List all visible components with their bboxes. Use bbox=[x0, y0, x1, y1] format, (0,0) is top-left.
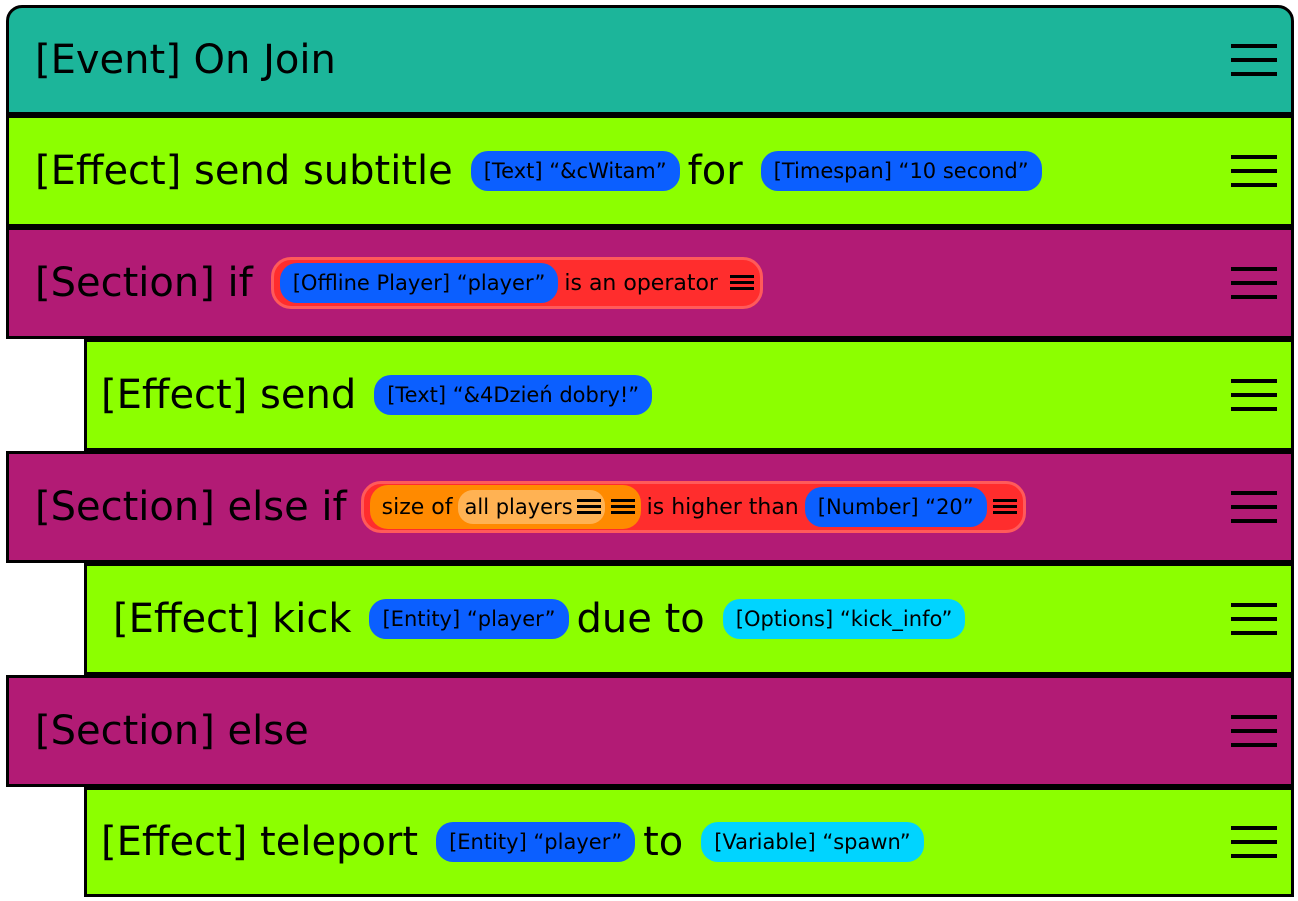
comparison-pill[interactable]: size of all players is higher than [Numb… bbox=[360, 481, 1026, 533]
size-of-text: size of bbox=[381, 494, 453, 520]
section-label: [Section] else if bbox=[35, 484, 347, 530]
event-label: [Event] On Join bbox=[35, 37, 336, 83]
hamburger-menu-icon[interactable] bbox=[1231, 824, 1277, 860]
hamburger-menu-icon[interactable] bbox=[1231, 377, 1277, 413]
effect-block-teleport[interactable]: [Effect] teleport [Entity] “player” to [… bbox=[84, 787, 1294, 897]
section-block-else[interactable]: [Section] else bbox=[6, 675, 1294, 787]
for-label: for bbox=[687, 148, 743, 194]
section-label: [Section] if bbox=[35, 260, 253, 306]
offline-player-pill[interactable]: [Offline Player] “player” bbox=[279, 263, 559, 303]
hamburger-menu-icon[interactable] bbox=[1231, 713, 1277, 749]
text-pill[interactable]: [Text] “&cWitam” bbox=[470, 151, 680, 191]
entity-pill[interactable]: [Entity] “player” bbox=[369, 599, 569, 639]
size-of-pill[interactable]: size of all players bbox=[369, 485, 641, 529]
effect-block-kick[interactable]: [Effect] kick [Entity] “player” due to [… bbox=[84, 563, 1294, 675]
section-label: [Section] else bbox=[35, 708, 309, 754]
effect-block-send-subtitle[interactable]: [Effect] send subtitle [Text] “&cWitam” … bbox=[6, 115, 1294, 227]
hamburger-menu-icon[interactable] bbox=[1231, 489, 1277, 525]
effect-label: [Effect] kick bbox=[113, 596, 352, 642]
condition-pill[interactable]: [Offline Player] “player” is an operator bbox=[270, 257, 763, 309]
all-players-menu-icon[interactable] bbox=[576, 498, 601, 516]
entity-pill[interactable]: [Entity] “player” bbox=[436, 822, 636, 862]
size-of-menu-icon[interactable] bbox=[610, 498, 635, 516]
effect-label: [Effect] send bbox=[101, 372, 357, 418]
condition-menu-icon[interactable] bbox=[729, 274, 754, 292]
due-to-label: due to bbox=[576, 596, 705, 642]
comparison-menu-icon[interactable] bbox=[992, 498, 1017, 516]
number-pill[interactable]: [Number] “20” bbox=[804, 487, 987, 527]
timespan-pill[interactable]: [Timespan] “10 second” bbox=[760, 151, 1042, 191]
effect-label: [Effect] send subtitle bbox=[35, 148, 453, 194]
effect-label: [Effect] teleport bbox=[101, 819, 419, 865]
effect-block-send[interactable]: [Effect] send [Text] “&4Dzień dobry!” bbox=[84, 339, 1294, 451]
hamburger-menu-icon[interactable] bbox=[1231, 153, 1277, 189]
options-pill[interactable]: [Options] “kick_info” bbox=[722, 599, 966, 639]
condition-text: is an operator bbox=[564, 270, 718, 296]
event-block-on-join[interactable]: [Event] On Join bbox=[6, 5, 1294, 115]
section-block-else-if[interactable]: [Section] else if size of all players is… bbox=[6, 451, 1294, 563]
hamburger-menu-icon[interactable] bbox=[1231, 601, 1277, 637]
section-block-if[interactable]: [Section] if [Offline Player] “player” i… bbox=[6, 227, 1294, 339]
comparison-text: is higher than bbox=[646, 494, 799, 520]
all-players-pill[interactable]: all players bbox=[458, 490, 605, 524]
all-players-text: all players bbox=[464, 495, 573, 519]
variable-pill[interactable]: [Variable] “spawn” bbox=[701, 822, 924, 862]
text-pill[interactable]: [Text] “&4Dzień dobry!” bbox=[374, 375, 653, 415]
hamburger-menu-icon[interactable] bbox=[1231, 42, 1277, 78]
to-label: to bbox=[643, 819, 684, 865]
hamburger-menu-icon[interactable] bbox=[1231, 265, 1277, 301]
